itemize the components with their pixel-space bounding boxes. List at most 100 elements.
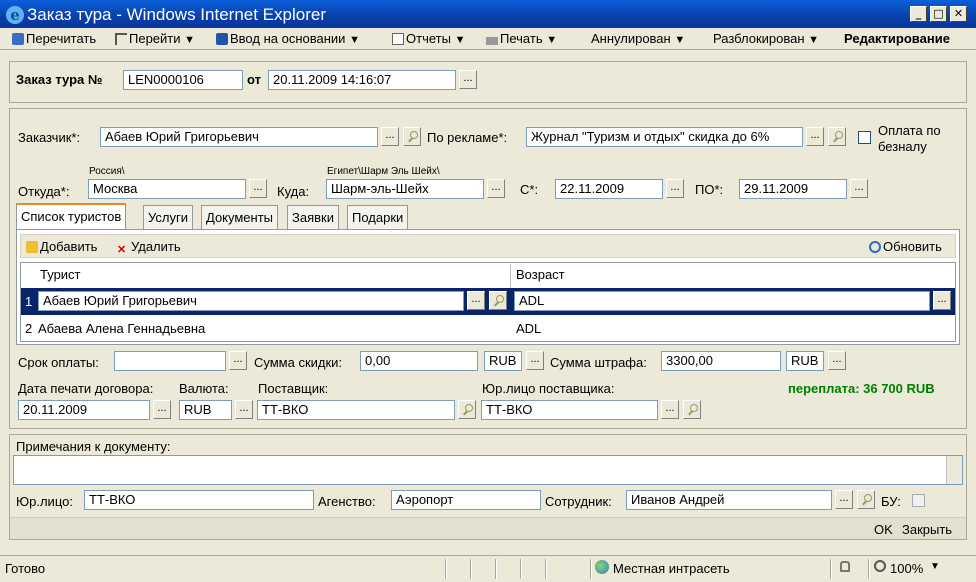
zoom-dropdown-icon[interactable]: ▼: [930, 561, 940, 572]
supplier-legal-field[interactable]: ТТ-ВКО: [481, 400, 658, 420]
from-city-field[interactable]: Москва: [88, 179, 246, 199]
to-select-button[interactable]: ...: [487, 179, 505, 198]
age-cell-field[interactable]: ADL: [514, 291, 930, 311]
legal-entity-field[interactable]: ТТ-ВКО: [84, 490, 314, 510]
zoom-level[interactable]: 100%: [890, 561, 923, 576]
tourist-cell-field[interactable]: Абаев Юрий Григорьевич: [38, 291, 464, 311]
status-divider: [520, 559, 522, 579]
discount-field[interactable]: 0,00: [360, 351, 478, 371]
payment-term-picker-button[interactable]: ...: [229, 351, 247, 370]
fine-currency-field[interactable]: RUB: [786, 351, 824, 371]
add-tourist-button[interactable]: Добавить: [26, 239, 97, 254]
fine-currency-button[interactable]: ...: [828, 351, 846, 370]
column-divider: [510, 264, 511, 288]
customer-field[interactable]: Абаев Юрий Григорьевич: [100, 127, 378, 147]
ad-search-icon[interactable]: [828, 127, 846, 146]
print-date-picker-button[interactable]: ...: [153, 400, 171, 419]
tourist-select-button[interactable]: ...: [467, 291, 485, 310]
supplier-legal-select-button[interactable]: ...: [661, 400, 679, 419]
customer-select-button[interactable]: ...: [381, 127, 399, 146]
column-header-tourist[interactable]: Турист: [40, 267, 81, 282]
reread-button[interactable]: Перечитать: [12, 31, 96, 46]
ad-field[interactable]: Журнал "Туризм и отдых" скидка до 6%: [526, 127, 803, 147]
notes-textarea[interactable]: [13, 455, 963, 485]
fine-field[interactable]: 3300,00: [661, 351, 781, 371]
reports-icon: [392, 33, 404, 45]
employee-select-button[interactable]: ...: [835, 490, 853, 509]
employee-search-icon[interactable]: [857, 490, 875, 509]
ad-label: По рекламе*:: [427, 130, 508, 145]
close-button[interactable]: Закрыть: [902, 522, 952, 537]
based-on-button[interactable]: Ввод на основании ▼: [216, 31, 360, 46]
start-date-picker-button[interactable]: ...: [666, 179, 684, 198]
close-icon[interactable]: ✕: [950, 6, 967, 22]
to-city-field[interactable]: Шарм-эль-Шейх: [326, 179, 484, 199]
delete-tourist-button[interactable]: ✕ Удалить: [117, 239, 181, 256]
status-divider: [590, 559, 592, 579]
row-number: 2: [25, 321, 33, 336]
reread-icon: [12, 33, 24, 45]
to-country-path: Египет\Шарм Эль Шейх\: [327, 166, 440, 177]
to-label: Куда:: [277, 184, 310, 199]
customer-search-icon[interactable]: [403, 127, 421, 146]
goto-button[interactable]: Перейти ▼: [115, 31, 195, 46]
order-number-label: Заказ тура №: [16, 72, 103, 87]
discount-currency-field[interactable]: RUB: [484, 351, 522, 371]
payment-term-field[interactable]: [114, 351, 226, 371]
employee-field[interactable]: Иванов Андрей: [626, 490, 832, 510]
from-select-button[interactable]: ...: [249, 179, 267, 198]
based-on-icon: [216, 33, 228, 45]
status-divider: [545, 559, 547, 579]
order-date-field[interactable]: 20.11.2009 14:16:07: [268, 70, 456, 90]
refresh-icon: [869, 241, 881, 253]
notes-scrollbar[interactable]: [946, 456, 962, 484]
cashless-checkbox[interactable]: [858, 131, 871, 144]
unlocked-status-button[interactable]: Разблокирован ▼: [713, 31, 819, 46]
ad-select-button[interactable]: ...: [806, 127, 824, 146]
tab-requests[interactable]: Заявки: [287, 205, 339, 229]
minimize-icon[interactable]: _: [910, 6, 927, 22]
supplier-field[interactable]: ТТ-ВКО: [257, 400, 455, 420]
notes-label: Примечания к документу:: [16, 439, 171, 454]
maximize-icon[interactable]: □: [930, 6, 947, 22]
supplier-legal-search-icon[interactable]: [683, 400, 701, 419]
bu-checkbox[interactable]: [912, 494, 925, 507]
discount-currency-button[interactable]: ...: [526, 351, 544, 370]
cancelled-status-button[interactable]: Аннулирован ▼: [591, 31, 685, 46]
order-number-field[interactable]: LEN0000106: [123, 70, 243, 90]
currency-select-button[interactable]: ...: [235, 400, 253, 419]
tab-documents[interactable]: Документы: [201, 205, 279, 229]
legal-entity-label: Юр.лицо:: [16, 494, 73, 509]
print-date-field[interactable]: 20.11.2009: [18, 400, 150, 420]
column-header-age[interactable]: Возраст: [516, 267, 565, 282]
start-date-field[interactable]: 22.11.2009: [555, 179, 663, 199]
intranet-globe-icon: [595, 560, 609, 574]
fine-label: Сумма штрафа:: [550, 355, 647, 370]
reports-button[interactable]: Отчеты ▼: [392, 31, 465, 46]
employee-label: Сотрудник:: [545, 494, 612, 509]
title-bar: e Заказ тура - Windows Internet Explorer…: [0, 0, 976, 30]
agency-label: Агенство:: [318, 494, 376, 509]
tourist-search-icon[interactable]: [489, 291, 507, 310]
end-date-picker-button[interactable]: ...: [850, 179, 868, 198]
age-select-button[interactable]: ...: [933, 291, 951, 310]
print-button[interactable]: Печать ▼: [486, 31, 557, 46]
tab-gifts[interactable]: Подарки: [347, 205, 409, 229]
refresh-button[interactable]: Обновить: [869, 239, 942, 254]
end-date-field[interactable]: 29.11.2009: [739, 179, 847, 199]
row-number: 1: [25, 294, 33, 309]
tab-tourists[interactable]: Список туристов: [16, 203, 127, 229]
status-divider: [445, 559, 447, 579]
order-date-picker-button[interactable]: ...: [459, 70, 477, 89]
zoom-icon[interactable]: [874, 560, 886, 572]
tab-services[interactable]: Услуги: [143, 205, 193, 229]
currency-field[interactable]: RUB: [179, 400, 232, 420]
agency-field[interactable]: Аэропорт: [391, 490, 541, 510]
cashless-label-2: безналу: [878, 139, 927, 154]
supplier-search-icon[interactable]: [458, 400, 476, 419]
ie-logo-icon: e: [6, 6, 24, 24]
protected-mode-icon[interactable]: [840, 561, 850, 572]
ok-button[interactable]: OK: [874, 522, 893, 537]
currency-label: Валюта:: [179, 381, 229, 396]
status-divider: [868, 559, 870, 579]
